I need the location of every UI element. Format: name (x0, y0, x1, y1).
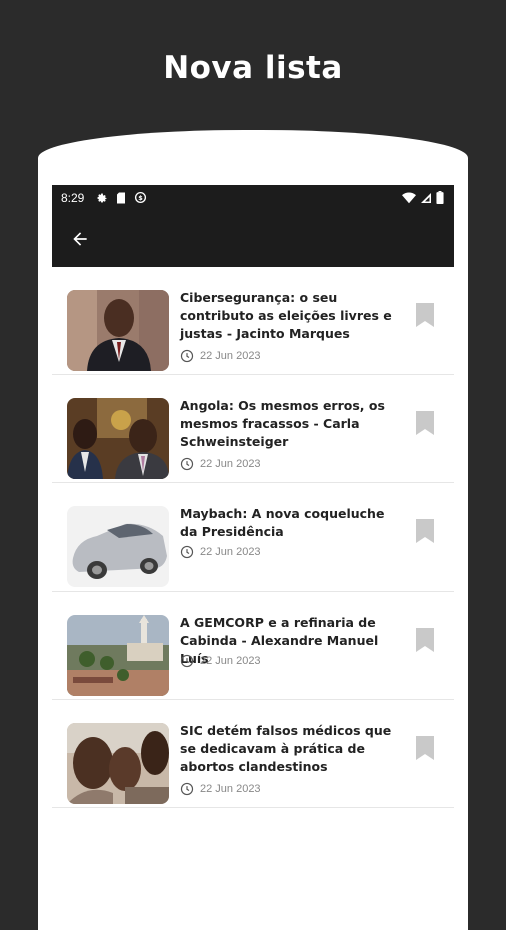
article-thumbnail (67, 615, 169, 696)
article-item[interactable]: SIC detém falsos médicos que se dedicava… (52, 700, 454, 808)
data-saver-icon: $ (135, 191, 147, 204)
status-bar: 8:29 $ (52, 185, 454, 210)
article-item[interactable]: Cibersegurança: o seu contributo as elei… (52, 267, 454, 375)
article-title: Angola: Os mesmos erros, os mesmos fraca… (180, 398, 385, 449)
app-screen: 8:29 $ Cibersegurança: o seu contributo … (52, 185, 454, 900)
settings-icon (97, 193, 107, 202)
article-date: 22 Jun 2023 (200, 458, 261, 470)
battery-icon (436, 191, 444, 204)
signal-icon (421, 192, 431, 203)
clock-icon (180, 782, 194, 796)
status-time: 8:29 (61, 190, 85, 205)
article-meta: 22 Jun 2023 (180, 654, 261, 668)
bookmark-icon[interactable] (416, 519, 434, 543)
article-item[interactable]: Maybach: A nova coqueluche da Presidênci… (52, 483, 454, 592)
clock-icon (180, 545, 194, 559)
bookmark-icon[interactable] (416, 303, 434, 327)
article-title: Cibersegurança: o seu contributo as elei… (180, 290, 392, 341)
article-title: SIC detém falsos médicos que se dedicava… (180, 723, 392, 774)
article-list: Cibersegurança: o seu contributo as elei… (52, 267, 454, 808)
app-bar (52, 210, 454, 267)
bookmark-icon[interactable] (416, 736, 434, 760)
article-meta: 22 Jun 2023 (180, 457, 261, 471)
sd-card-icon (117, 192, 126, 203)
clock-icon (180, 457, 194, 471)
article-date: 22 Jun 2023 (200, 783, 261, 795)
article-item[interactable]: A GEMCORP e a refinaria de Cabinda - Ale… (52, 592, 454, 700)
article-date: 22 Jun 2023 (200, 546, 261, 558)
svg-text:$: $ (139, 194, 144, 202)
wifi-icon (402, 191, 416, 203)
clock-icon (180, 349, 194, 363)
article-date: 22 Jun 2023 (200, 655, 261, 667)
article-meta: 22 Jun 2023 (180, 782, 261, 796)
promo-title: Nova lista (163, 50, 343, 86)
article-thumbnail (67, 506, 169, 587)
article-thumbnail (67, 398, 169, 479)
article-thumbnail (67, 723, 169, 804)
bookmark-icon[interactable] (416, 628, 434, 652)
article-thumbnail (67, 290, 169, 371)
article-date: 22 Jun 2023 (200, 350, 261, 362)
article-item[interactable]: Angola: Os mesmos erros, os mesmos fraca… (52, 375, 454, 483)
back-button[interactable] (68, 227, 92, 251)
arrow-back-icon (73, 231, 87, 246)
article-meta: 22 Jun 2023 (180, 349, 261, 363)
bookmark-icon[interactable] (416, 411, 434, 435)
article-meta: 22 Jun 2023 (180, 545, 261, 559)
article-title: Maybach: A nova coqueluche da Presidênci… (180, 506, 385, 539)
clock-icon (180, 654, 194, 668)
